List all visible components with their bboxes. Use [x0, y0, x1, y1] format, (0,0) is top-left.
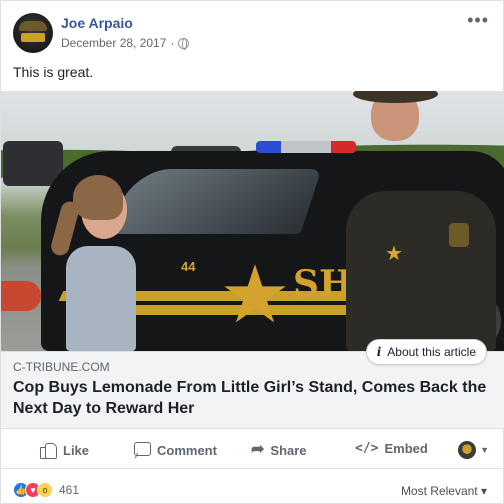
action-bar: Like Comment ➦ Share </> Embed: [1, 431, 504, 469]
officer-patch: [449, 223, 469, 247]
globe-icon[interactable]: [178, 37, 190, 50]
comment-sort-dropdown[interactable]: Most Relevant ▾: [401, 484, 487, 498]
like-button[interactable]: Like: [39, 441, 89, 459]
facebook-post: Joe Arpaio December 28, 2017 · ••• This …: [0, 0, 504, 504]
embed-label: Embed: [384, 441, 428, 456]
chevron-down-icon: ▼: [480, 445, 489, 455]
post-date[interactable]: December 28, 2017: [61, 36, 166, 50]
embed-button[interactable]: </> Embed: [355, 441, 428, 456]
user-avatar: [458, 441, 477, 459]
girl-figure: [66, 246, 136, 351]
avatar-badge: [21, 33, 45, 42]
like-label: Like: [63, 442, 90, 458]
reaction-count: 461: [59, 483, 80, 497]
more-options-icon[interactable]: •••: [467, 11, 489, 29]
sheriff-star-icon: ★: [219, 250, 291, 339]
avatar-hat: [19, 21, 47, 31]
about-article-button[interactable]: i About this article: [365, 339, 487, 365]
car-number: 44: [181, 259, 196, 274]
post-status-text: This is great.: [13, 64, 94, 80]
author-name[interactable]: Joe Arpaio: [61, 15, 133, 31]
officer-star-icon: ★: [385, 243, 403, 265]
comment-button[interactable]: Comment: [133, 441, 217, 459]
share-button[interactable]: ➦ Share: [251, 441, 307, 459]
officer-hat: [353, 91, 438, 103]
link-domain: C-TRIBUNE.COM: [13, 360, 110, 374]
share-label: Share: [270, 442, 307, 458]
code-icon: </>: [355, 441, 379, 456]
link-headline[interactable]: Cop Buys Lemonade From Little Girl’s Sta…: [13, 377, 499, 419]
car-headlight: [1, 281, 41, 311]
meta-separator: ·: [170, 36, 175, 50]
about-article-label: About this article: [387, 345, 476, 359]
post-meta: December 28, 2017 ·: [61, 36, 190, 50]
comment-label: Comment: [157, 442, 217, 458]
car-windshield: [110, 169, 322, 234]
reactions-summary[interactable]: 👍 ♥ o 461: [13, 482, 79, 498]
comment-icon: [133, 441, 151, 459]
author-avatar[interactable]: [13, 13, 53, 53]
police-lightbar: [256, 141, 356, 153]
thumbs-up-icon: [39, 441, 57, 459]
info-icon: i: [376, 345, 382, 359]
share-arrow-icon: ➦: [251, 441, 265, 458]
girl-hair: [73, 175, 123, 220]
officer-figure: [346, 191, 496, 351]
wow-reaction-icon: o: [37, 482, 53, 498]
reaction-picker[interactable]: ▼: [458, 441, 489, 459]
link-preview-image[interactable]: 44 ★ SHE ★: [1, 91, 504, 351]
